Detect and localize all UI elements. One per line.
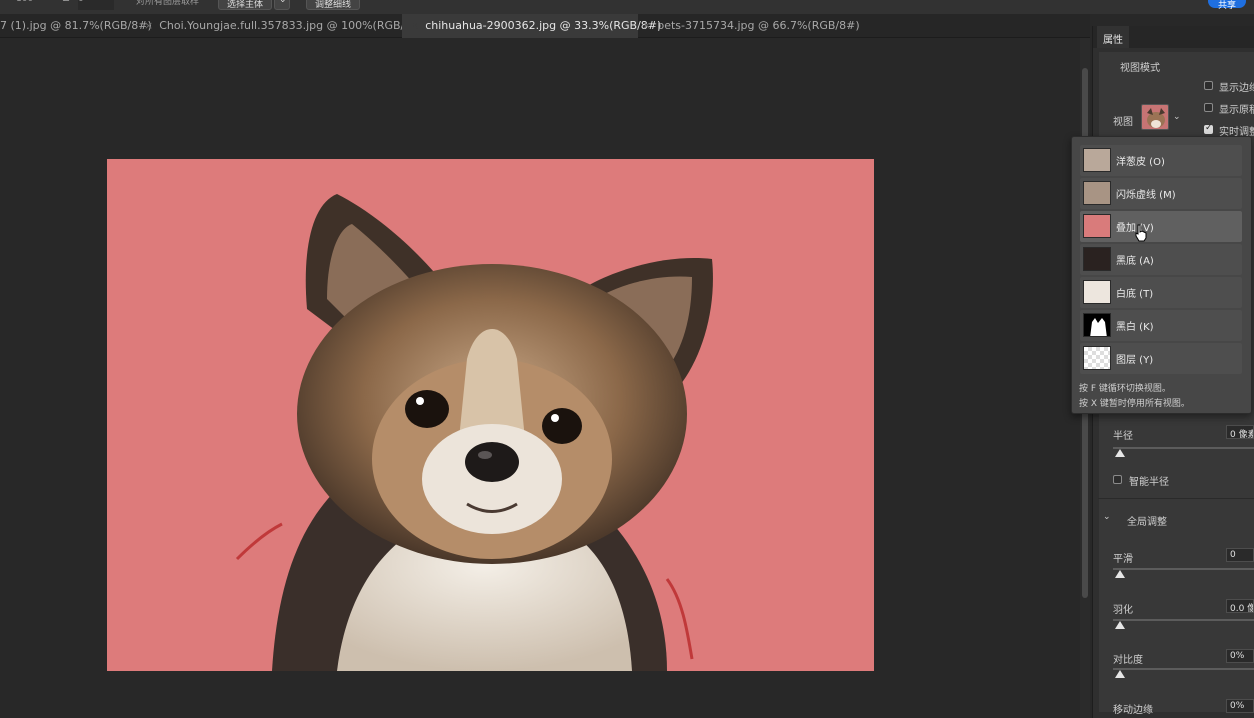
- view-option-label: 黑底 (A): [1116, 256, 1154, 267]
- sample-all-layers-label[interactable]: 对所有图层取样: [136, 0, 199, 10]
- tab-label: 7 (1).jpg @ 81.7%(RGB/8#): [0, 19, 152, 32]
- view-option-black-white[interactable]: 黑白 (K): [1080, 310, 1242, 341]
- show-original-checkbox[interactable]: [1204, 103, 1213, 112]
- overlay-icon: [1083, 214, 1111, 238]
- contrast-label: 对比度: [1113, 655, 1143, 666]
- view-mode-thumbnail[interactable]: [1141, 104, 1169, 130]
- contrast-slider-knob[interactable]: [1115, 670, 1125, 678]
- smart-radius-checkbox[interactable]: [1113, 475, 1122, 484]
- shift-edge-input[interactable]: 0%: [1226, 699, 1254, 713]
- smart-radius-label: 智能半径: [1129, 477, 1169, 488]
- close-icon[interactable]: ×: [144, 19, 153, 32]
- tab-choi-youngjae[interactable]: × Choi.Youngjae.full.357833.jpg @ 100%(RG…: [144, 14, 416, 38]
- radius-input[interactable]: 0 像素: [1226, 425, 1254, 439]
- tab-properties[interactable]: 属性: [1097, 26, 1129, 48]
- divider: [1098, 498, 1254, 499]
- view-mode-dropdown: 洋葱皮 (O) 闪烁虚线 (M) 叠加 (V) 黑底 (A) 白底 (T) 黑白…: [1071, 136, 1252, 414]
- chevron-down-icon[interactable]: ⌄: [1173, 112, 1181, 122]
- tab-label: chihuahua-2900362.jpg @ 33.3%(RGB/8#): [425, 19, 662, 32]
- document-image[interactable]: [107, 159, 874, 671]
- feather-slider-knob[interactable]: [1115, 621, 1125, 629]
- select-subject-button[interactable]: 选择主体: [218, 0, 273, 10]
- radius-slider-knob[interactable]: [1115, 449, 1125, 457]
- shift-edge-label: 移动边缘: [1113, 705, 1153, 716]
- view-option-label: 白底 (T): [1116, 289, 1154, 300]
- hint-text-disable: 按 X 键暂时停用所有视图。: [1079, 399, 1190, 409]
- close-icon[interactable]: ×: [410, 19, 419, 32]
- view-mode-heading: 视图模式: [1120, 63, 1160, 74]
- smoothing-input[interactable]: 0: [78, 0, 114, 10]
- tab-pets[interactable]: × pets-3715734.jpg @ 66.7%(RGB/8#): [642, 14, 862, 38]
- canvas-area[interactable]: [0, 38, 1090, 718]
- show-edge-checkbox[interactable]: [1204, 81, 1213, 90]
- view-option-marching-ants[interactable]: 闪烁虚线 (M): [1080, 178, 1242, 209]
- document-tab-bar: 7 (1).jpg @ 81.7%(RGB/8#) × Choi.Youngjae…: [0, 14, 1090, 38]
- refine-hair-button[interactable]: 调整细线: [306, 0, 361, 10]
- feather-label: 羽化: [1113, 605, 1133, 616]
- on-black-icon: [1083, 247, 1111, 271]
- view-option-label: 洋葱皮 (O): [1116, 157, 1165, 168]
- smoothing-icon: ∠: [62, 0, 70, 10]
- realtime-checkbox[interactable]: [1204, 123, 1213, 134]
- view-option-label: 黑白 (K): [1116, 322, 1154, 333]
- tab-label: pets-3715734.jpg @ 66.7%(RGB/8#): [657, 19, 860, 32]
- view-option-overlay[interactable]: 叠加 (V): [1080, 211, 1242, 242]
- marching-ants-icon: [1083, 181, 1111, 205]
- view-option-on-white[interactable]: 白底 (T): [1080, 277, 1242, 308]
- brush-size-label[interactable]: 100: [16, 0, 33, 10]
- view-option-label: 闪烁虚线 (M): [1116, 190, 1176, 201]
- chevron-down-icon[interactable]: ⌄: [1103, 512, 1111, 522]
- radius-label: 半径: [1113, 431, 1133, 442]
- tab-chihuahua[interactable]: × chihuahua-2900362.jpg @ 33.3%(RGB/8#): [402, 14, 661, 38]
- dog-thumbnail-icon: [1147, 108, 1165, 128]
- hint-text-cycle: 按 F 键循环切换视图。: [1079, 384, 1171, 394]
- smooth-input[interactable]: 0: [1226, 548, 1254, 562]
- tab-7-1[interactable]: 7 (1).jpg @ 81.7%(RGB/8#): [0, 14, 152, 38]
- hand-cursor-icon: [1135, 224, 1147, 242]
- feather-slider[interactable]: [1113, 619, 1254, 621]
- share-button[interactable]: 共享: [1208, 0, 1246, 11]
- view-label: 视图: [1113, 117, 1133, 128]
- view-option-on-layers[interactable]: 图层 (Y): [1080, 343, 1242, 374]
- tab-label: Choi.Youngjae.full.357833.jpg @ 100%(RGB…: [159, 19, 416, 32]
- chevron-down-icon[interactable]: ⌄: [274, 0, 290, 10]
- contrast-input[interactable]: 0%: [1226, 649, 1254, 663]
- on-white-icon: [1083, 280, 1111, 304]
- view-option-label: 图层 (Y): [1116, 355, 1154, 366]
- options-bar: 100 ∠ 0 对所有图层取样 选择主体 ⌄ 调整细线 共享: [0, 0, 1254, 14]
- smooth-slider-knob[interactable]: [1115, 570, 1125, 578]
- chihuahua-image: [235, 194, 713, 671]
- on-layers-icon: [1083, 346, 1111, 370]
- show-original-label: 显示原稿: [1219, 105, 1254, 116]
- black-white-icon: [1083, 313, 1111, 337]
- radius-slider[interactable]: [1113, 447, 1254, 449]
- close-icon[interactable]: ×: [642, 19, 651, 32]
- show-edge-label: 显示边缘: [1219, 83, 1254, 94]
- smooth-slider[interactable]: [1113, 568, 1254, 570]
- contrast-slider[interactable]: [1113, 668, 1254, 670]
- onion-skin-icon: [1083, 148, 1111, 172]
- panel-tab-bar: 属性: [1093, 26, 1254, 48]
- smooth-label: 平滑: [1113, 554, 1133, 565]
- view-option-onion-skin[interactable]: 洋葱皮 (O): [1080, 145, 1242, 176]
- view-option-on-black[interactable]: 黑底 (A): [1080, 244, 1242, 275]
- feather-input[interactable]: 0.0 像素: [1226, 599, 1254, 613]
- global-adjust-heading[interactable]: 全局调整: [1127, 513, 1167, 528]
